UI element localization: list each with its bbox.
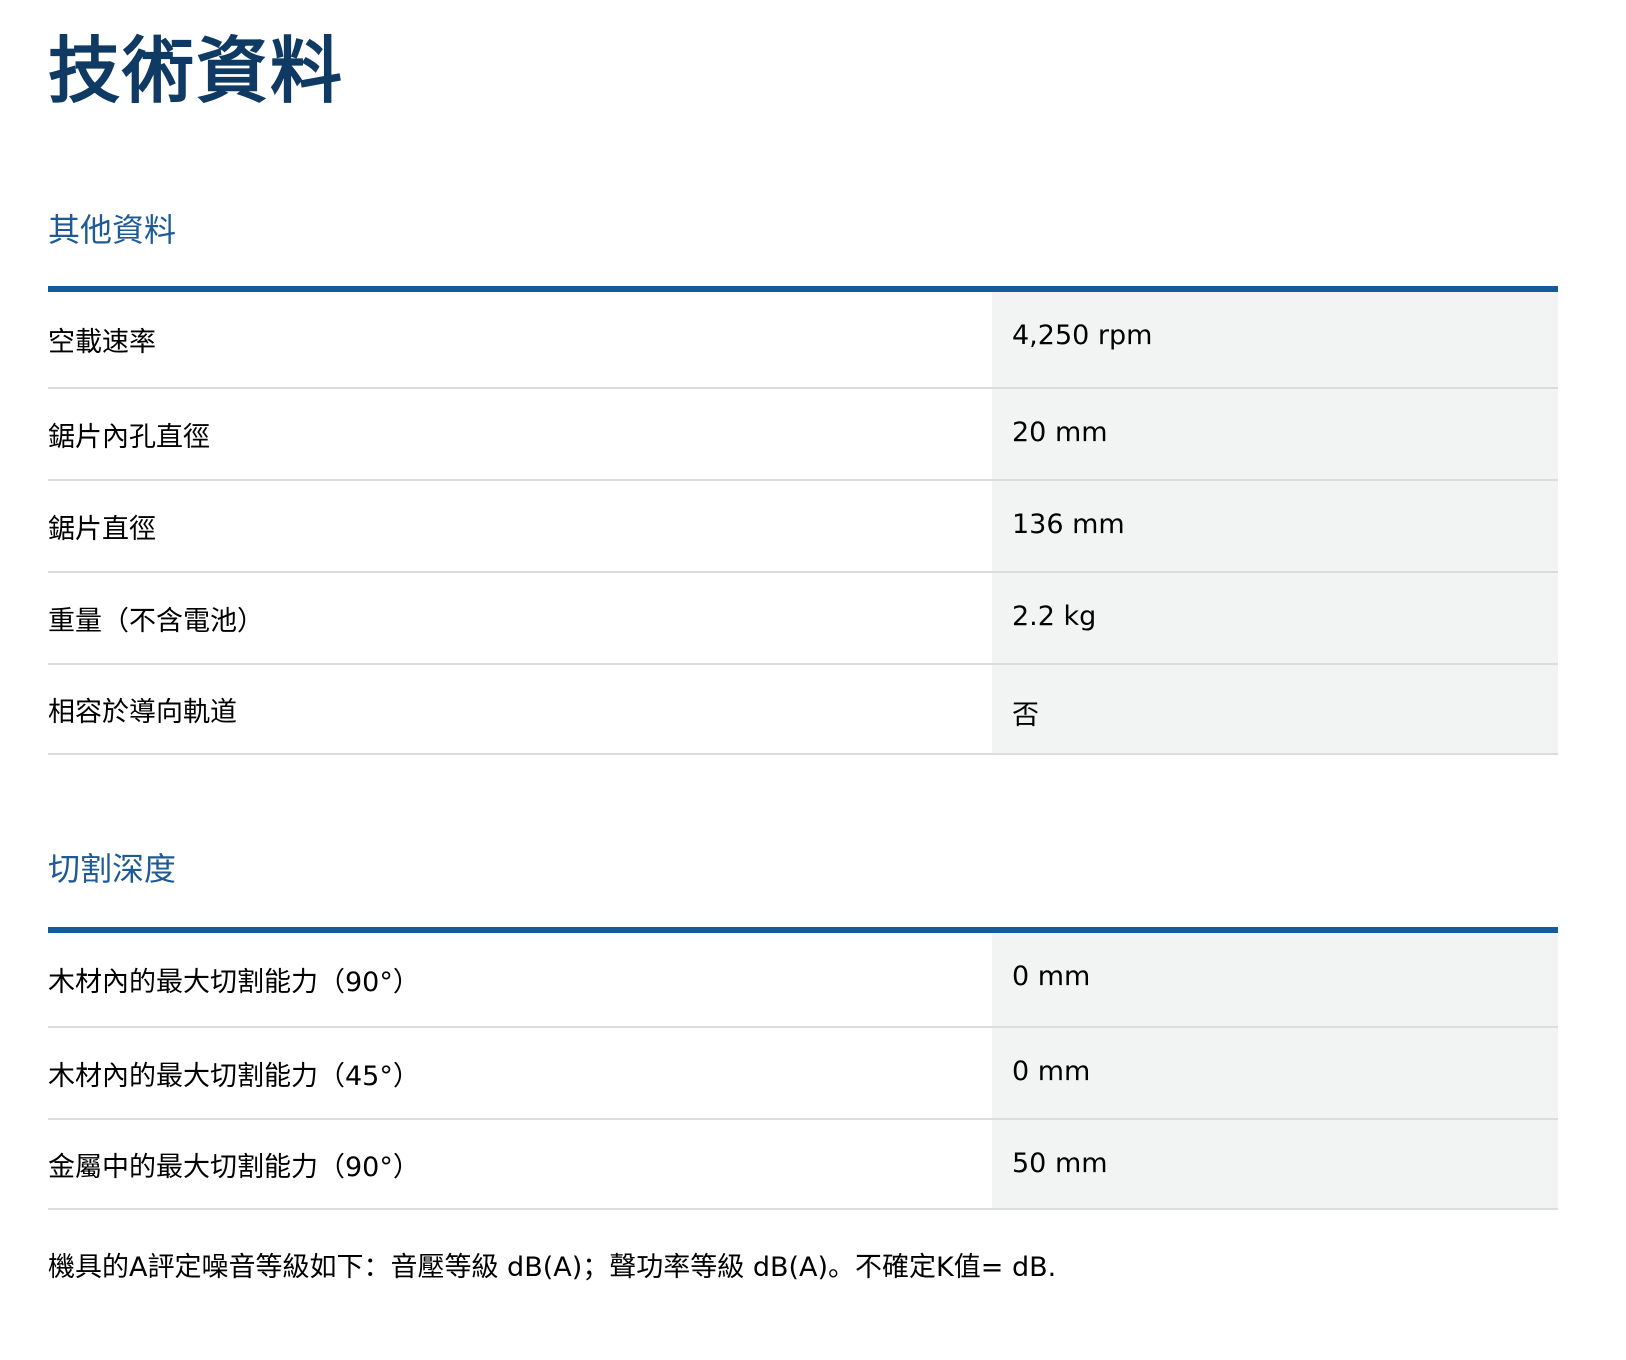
table-row: 重量（不含電池） 2.2 kg bbox=[48, 572, 1558, 664]
page-title: 技術資料 bbox=[48, 29, 345, 113]
noise-level-footnote: 機具的A評定噪音等級如下：音壓等級 dB(A)；聲功率等級 dB(A)。不確定K… bbox=[48, 1252, 1057, 1283]
section-cutting-depth: 切割深度 木材內的最大切割能力（90°） 0 mm 木材內的最大切割能力（45°… bbox=[48, 849, 1558, 1210]
section-other-data: 其他資料 空載速率 4,250 rpm 鋸片內孔直徑 20 mm 鋸片直徑 13… bbox=[48, 210, 1558, 755]
table-row: 鋸片直徑 136 mm bbox=[48, 480, 1558, 572]
spec-value: 否 bbox=[992, 664, 1558, 754]
spec-label: 相容於導向軌道 bbox=[48, 696, 237, 728]
table-row: 鋸片內孔直徑 20 mm bbox=[48, 388, 1558, 480]
table-row: 金屬中的最大切割能力（90°） 50 mm bbox=[48, 1119, 1558, 1209]
spec-label: 空載速率 bbox=[48, 327, 156, 358]
spec-label: 鋸片直徑 bbox=[48, 513, 156, 545]
spec-value: 4,250 rpm bbox=[992, 292, 1558, 388]
spec-label: 金屬中的最大切割能力（90°） bbox=[48, 1151, 420, 1183]
table-row: 空載速率 4,250 rpm bbox=[48, 292, 1558, 388]
spec-value: 2.2 kg bbox=[992, 572, 1558, 664]
table-row: 木材內的最大切割能力（45°） 0 mm bbox=[48, 1027, 1558, 1119]
spec-table: 木材內的最大切割能力（90°） 0 mm 木材內的最大切割能力（45°） 0 m… bbox=[48, 933, 1558, 1210]
table-row: 相容於導向軌道 否 bbox=[48, 664, 1558, 754]
technical-data-page: 技術資料 其他資料 空載速率 4,250 rpm 鋸片內孔直徑 20 mm 鋸片… bbox=[48, 0, 1558, 1288]
spec-label: 木材內的最大切割能力（90°） bbox=[48, 967, 420, 998]
section-title: 其他資料 bbox=[48, 211, 177, 249]
spec-value: 20 mm bbox=[992, 388, 1558, 480]
spec-value: 50 mm bbox=[992, 1119, 1558, 1209]
section-title: 切割深度 bbox=[48, 850, 177, 888]
spec-table: 空載速率 4,250 rpm 鋸片內孔直徑 20 mm 鋸片直徑 136 mm … bbox=[48, 292, 1558, 755]
spec-label: 木材內的最大切割能力（45°） bbox=[48, 1060, 420, 1092]
spec-value: 0 mm bbox=[992, 1027, 1558, 1119]
spec-label: 重量（不含電池） bbox=[48, 605, 264, 637]
table-row: 木材內的最大切割能力（90°） 0 mm bbox=[48, 933, 1558, 1027]
spec-value: 136 mm bbox=[992, 480, 1558, 572]
spec-value: 0 mm bbox=[992, 933, 1558, 1027]
spec-label: 鋸片內孔直徑 bbox=[48, 421, 210, 453]
